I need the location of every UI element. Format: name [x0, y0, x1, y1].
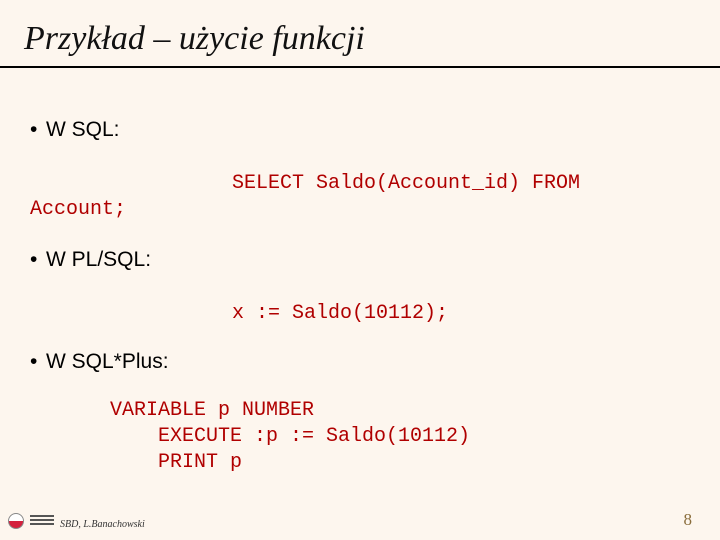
code-plsql: x := Saldo(10112); — [232, 302, 448, 325]
bullet-plsql: •W PL/SQL: — [30, 248, 151, 272]
code-sql-line1: SELECT Saldo(Account_id) FROM — [232, 172, 580, 195]
footer: SBD, L.Banachowski — [0, 508, 720, 530]
slide: Przykład – użycie funkcji •W SQL: SELECT… — [0, 0, 720, 540]
bullet-sqlplus-label: W SQL*Plus: — [46, 350, 169, 373]
footer-credit: SBD, L.Banachowski — [60, 519, 145, 530]
bullet-plsql-label: W PL/SQL: — [46, 248, 151, 271]
footer-logo — [8, 512, 54, 530]
page-number: 8 — [684, 510, 693, 530]
bullet-sql-label: W SQL: — [46, 118, 120, 141]
code-sql-line2: Account; — [30, 198, 126, 221]
flag-icon — [8, 513, 24, 529]
title-underline — [0, 66, 720, 68]
bullet-dot-icon: • — [30, 118, 46, 142]
bullet-sqlplus: •W SQL*Plus: — [30, 350, 169, 374]
logo-bars-icon — [30, 515, 54, 527]
bullet-sql: •W SQL: — [30, 118, 120, 142]
bullet-dot-icon: • — [30, 350, 46, 374]
bullet-dot-icon: • — [30, 248, 46, 272]
slide-title: Przykład – użycie funkcji — [24, 20, 365, 58]
code-sqlplus: VARIABLE p NUMBER EXECUTE :p := Saldo(10… — [110, 398, 470, 476]
